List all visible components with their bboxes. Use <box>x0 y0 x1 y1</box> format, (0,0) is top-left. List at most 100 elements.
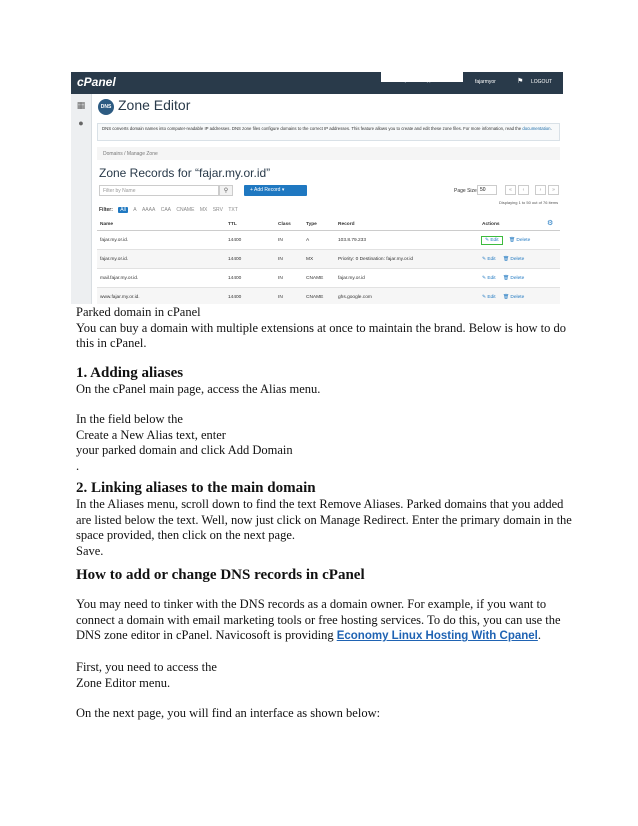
dns-icon: DNS <box>98 99 114 115</box>
cell-name: mail.fajar.my.or.id. <box>97 268 225 288</box>
filter-chip-mx[interactable]: MX <box>200 207 208 213</box>
linking-paragraph: In the Aliases menu, scroll down to find… <box>76 497 572 543</box>
filter-chip-cname[interactable]: CNAME <box>176 207 194 213</box>
edit-button[interactable]: ✎ Edit <box>482 276 496 281</box>
cell-ttl: 14400 <box>225 249 275 269</box>
zone-editor-screenshot: cPanel ⚲ Search (/) fajarmyor ⚑ LOGOUT ▦… <box>71 72 563 304</box>
grid-icon[interactable]: ▦ <box>76 100 86 110</box>
alias-line-4: . <box>76 458 80 473</box>
col-ttl[interactable]: TTL <box>225 218 275 231</box>
cell-name: www.fajar.my.or.id. <box>97 287 225 304</box>
delete-button[interactable]: 🗑 Delete <box>509 238 530 243</box>
cell-class: IN <box>275 249 303 269</box>
cpanel-logo: cPanel <box>77 75 116 89</box>
cell-name: fajar.my.or.id. <box>97 249 225 269</box>
first-page-button[interactable]: « <box>505 185 516 195</box>
intro-paragraph: You can buy a domain with multiple exten… <box>76 320 566 351</box>
prev-page-button[interactable]: ‹ <box>518 185 529 195</box>
alias-line-1: In the field below the <box>76 412 183 426</box>
delete-button[interactable]: 🗑 Delete <box>503 295 524 300</box>
cpanel-topbar: cPanel ⚲ Search (/) fajarmyor ⚑ LOGOUT <box>71 72 563 94</box>
heading-dns-records: How to add or change DNS records in cPan… <box>76 567 365 583</box>
col-name[interactable]: Name <box>97 218 225 231</box>
delete-button[interactable]: 🗑 Delete <box>503 276 524 281</box>
zone-records-table: Name TTL Class Type Record Actions fajar… <box>97 218 560 304</box>
heading-adding-aliases: 1. Adding aliases <box>76 365 184 381</box>
cell-type: CNAME <box>303 287 335 304</box>
info-text: DNS converts domain names into computer-… <box>102 126 522 131</box>
page-size-select[interactable]: 50 <box>477 185 497 195</box>
edit-button[interactable]: ✎ Edit <box>482 295 496 300</box>
heading-linking-aliases: 2. Linking aliases to the main domain <box>76 480 316 496</box>
cell-record: fajar.my.or.id <box>335 268 479 288</box>
page-title: Zone Editor <box>118 97 191 113</box>
dns-paragraph: You may need to tinker with the DNS reco… <box>76 597 561 643</box>
filter-label: Filter: <box>99 207 113 213</box>
adding-aliases-paragraph: On the cPanel main page, access the Alia… <box>76 382 321 396</box>
next-page-button[interactable]: › <box>535 185 546 195</box>
delete-button[interactable]: 🗑 Delete <box>503 257 524 262</box>
edit-button[interactable]: ✎ Edit <box>482 257 496 262</box>
access-line-1: First, you need to access the <box>76 660 217 674</box>
col-class[interactable]: Class <box>275 218 303 231</box>
page-size-label: Page Size <box>454 188 477 194</box>
filter-chip-txt[interactable]: TXT <box>228 207 237 213</box>
breadcrumb-domains[interactable]: Domains <box>103 151 123 157</box>
access-line-2: Zone Editor menu. <box>76 675 171 690</box>
topbar-overlay <box>381 72 463 82</box>
intro-section: Parked domain in cPanel You can buy a do… <box>76 305 576 352</box>
alias-instructions: In the field below the Create a New Alia… <box>76 412 576 474</box>
cell-record: ghs.google.com <box>335 287 479 304</box>
filter-chip-all[interactable]: All <box>118 207 128 213</box>
info-box: DNS converts domain names into computer-… <box>97 123 560 141</box>
cell-ttl: 14400 <box>225 230 275 250</box>
cell-ttl: 14400 <box>225 268 275 288</box>
alias-line-3: your parked domain and click Add Domain <box>76 443 293 458</box>
user-menu[interactable]: fajarmyor <box>475 79 496 85</box>
cell-ttl: 14400 <box>225 287 275 304</box>
filter-input[interactable]: Filter by Name <box>99 185 219 196</box>
documentation-link[interactable]: documentation <box>522 126 550 131</box>
alias-line-2: Create a New Alias text, enter <box>76 427 226 442</box>
col-record[interactable]: Record <box>335 218 479 231</box>
breadcrumb-manage-zone: Manage Zone <box>126 151 158 157</box>
logout-button[interactable]: LOGOUT <box>531 79 552 85</box>
table-row: fajar.my.or.id. 14400 IN MX Priority: 0 … <box>97 249 560 269</box>
cell-class: IN <box>275 268 303 288</box>
gear-icon[interactable]: ⚙ <box>547 219 553 227</box>
cell-type: MX <box>303 249 335 269</box>
cell-actions: ✎ Edit 🗑 Delete <box>479 287 560 304</box>
interface-paragraph: On the next page, you will find an inter… <box>76 706 381 720</box>
filter-chip-caa[interactable]: CAA <box>161 207 171 213</box>
zone-title: Zone Records for “fajar.my.or.id” <box>99 166 271 180</box>
cell-class: IN <box>275 230 303 250</box>
cell-actions: ✎ Edit 🗑 Delete <box>479 230 560 250</box>
linking-save: Save. <box>76 543 104 558</box>
add-record-button[interactable]: + Add Record ▾ <box>244 185 307 196</box>
sidebar: ▦ ● <box>71 94 92 304</box>
economy-hosting-link[interactable]: Economy Linux Hosting With Cpanel <box>337 630 538 642</box>
table-row: www.fajar.my.or.id. 14400 IN CNAME ghs.g… <box>97 287 560 304</box>
filter-chip-srv[interactable]: SRV <box>213 207 223 213</box>
cell-actions: ✎ Edit 🗑 Delete <box>479 268 560 288</box>
edit-button[interactable]: ✎ Edit <box>481 235 503 245</box>
cell-record: Priority: 0 Destination: fajar.my.or.id <box>335 249 479 269</box>
table-row: mail.fajar.my.or.id. 14400 IN CNAME faja… <box>97 268 560 288</box>
table-header: Name TTL Class Type Record Actions <box>97 218 560 231</box>
cell-type: CNAME <box>303 268 335 288</box>
linking-section: In the Aliases menu, scroll down to find… <box>76 497 576 559</box>
cell-class: IN <box>275 287 303 304</box>
access-zone-editor: First, you need to access the Zone Edito… <box>76 660 576 691</box>
col-type[interactable]: Type <box>303 218 335 231</box>
cell-record: 103.8.79.233 <box>335 230 479 250</box>
cell-type: A <box>303 230 335 250</box>
filter-chip-a[interactable]: A <box>133 207 136 213</box>
screenshot-caption: Parked domain in cPanel <box>76 305 201 319</box>
search-icon[interactable]: ⚲ <box>219 185 233 196</box>
bell-icon[interactable]: ⚑ <box>517 77 523 85</box>
table-row: fajar.my.or.id. 14400 IN A 103.8.79.233 … <box>97 230 560 250</box>
last-page-button[interactable]: » <box>548 185 559 195</box>
cell-actions: ✎ Edit 🗑 Delete <box>479 249 560 269</box>
filter-chip-aaaa[interactable]: AAAA <box>142 207 155 213</box>
users-icon[interactable]: ● <box>76 118 86 128</box>
